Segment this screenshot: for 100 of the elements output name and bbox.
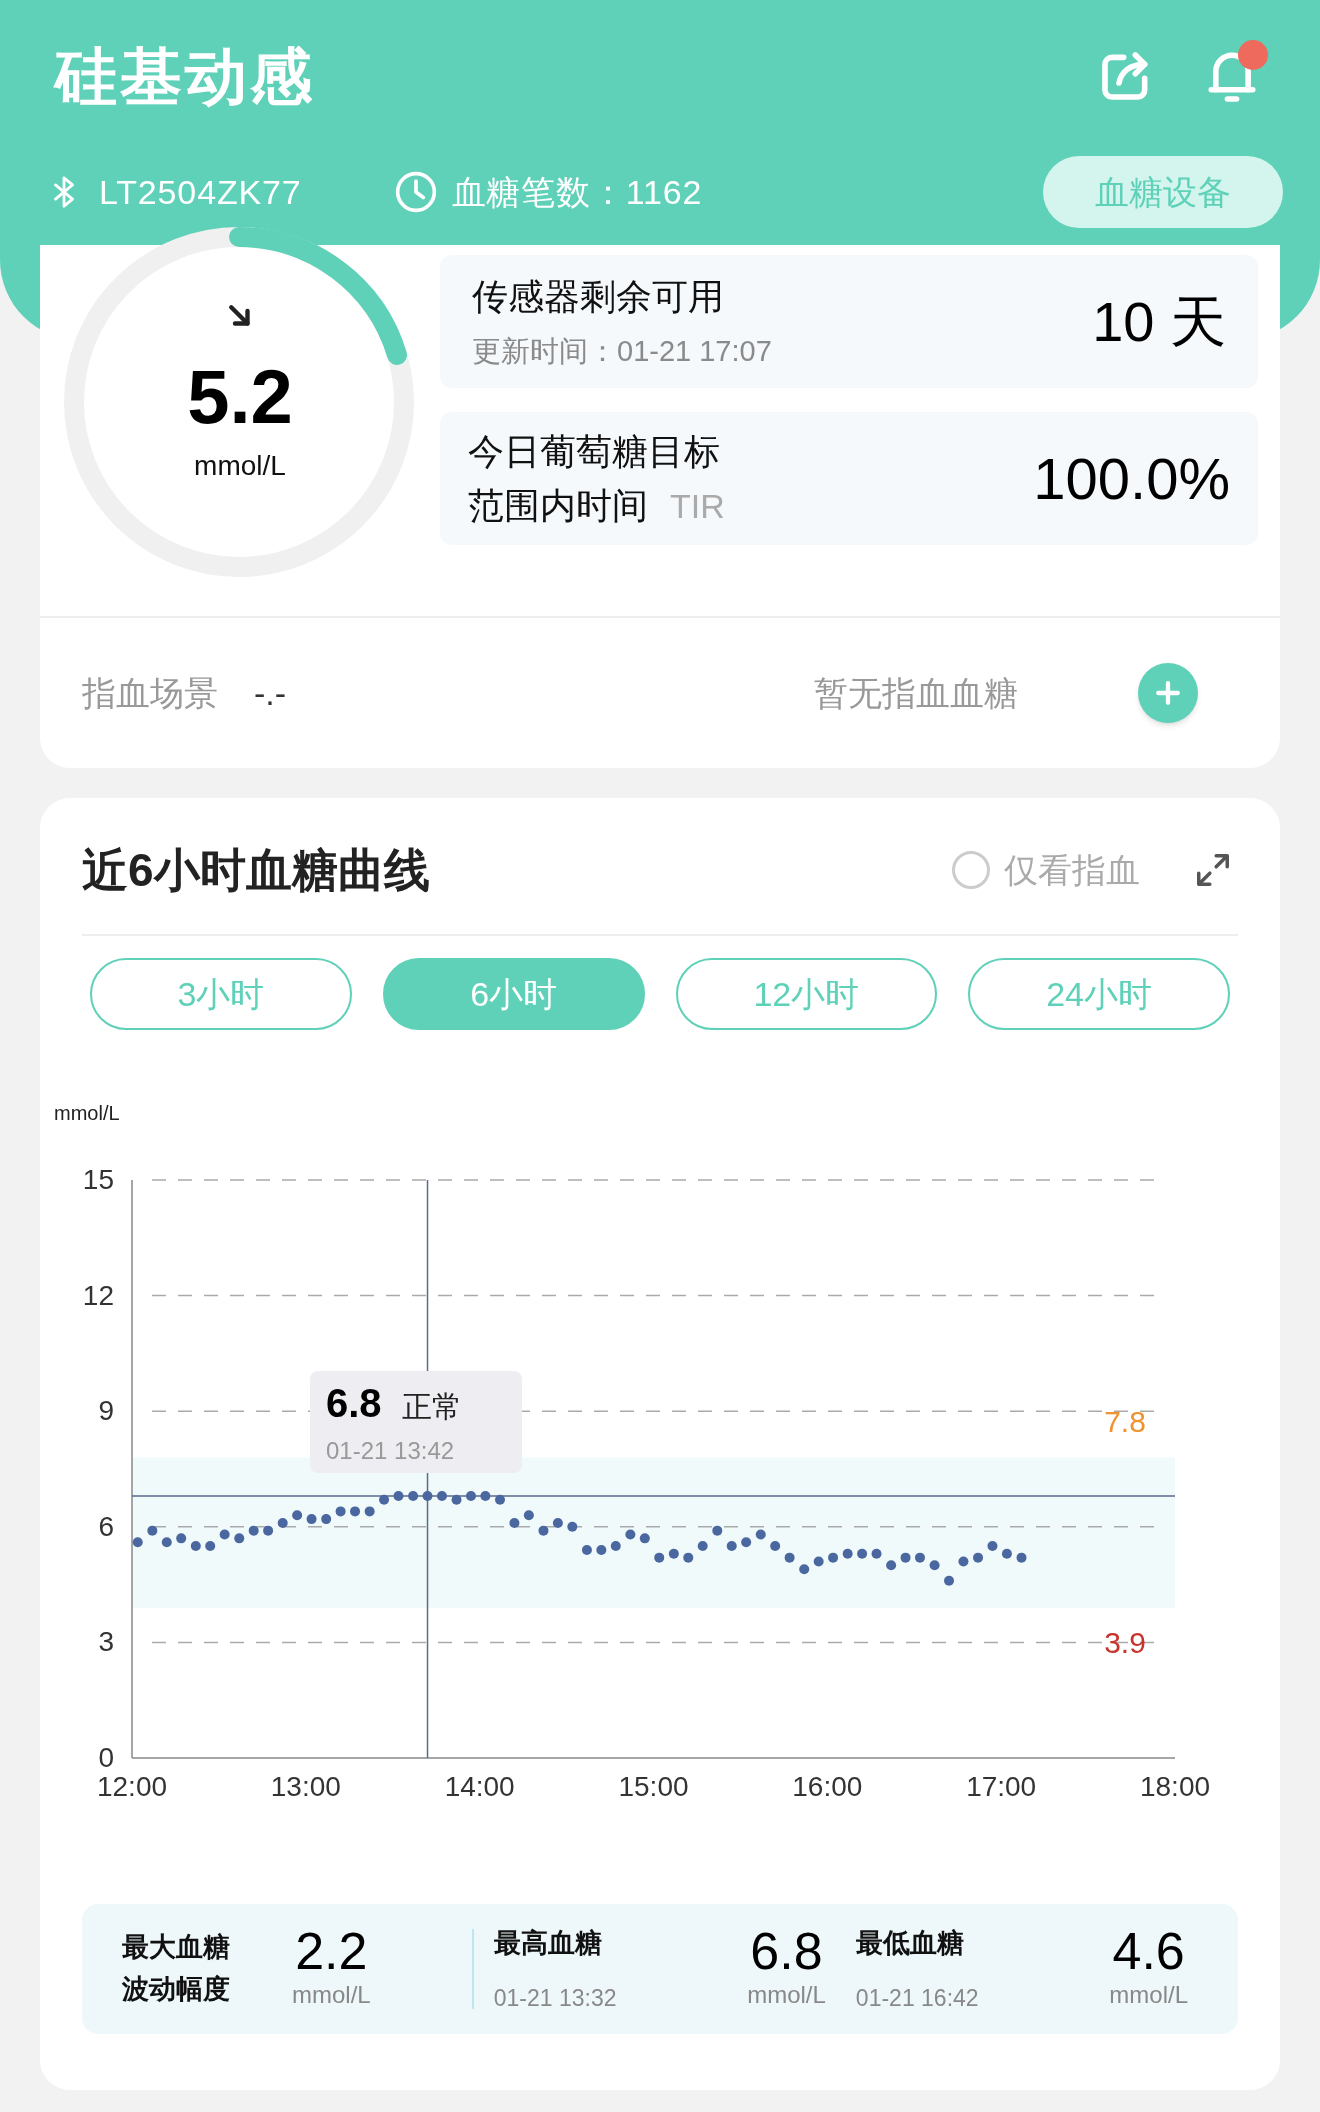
data-point <box>408 1490 419 1501</box>
fingerstick-label: 指血场景 <box>82 672 218 714</box>
data-point <box>509 1517 520 1528</box>
tooltip-value: 6.8 <box>326 1383 382 1423</box>
data-point <box>466 1490 476 1501</box>
radio-button[interactable] <box>952 851 990 889</box>
plus-icon <box>1155 680 1181 707</box>
range-tab[interactable]: 12小时 <box>675 958 938 1030</box>
data-point <box>813 1556 824 1567</box>
data-point <box>292 1510 303 1521</box>
tooltip-time: 01-21 13:42 <box>326 1436 456 1466</box>
data-point <box>350 1506 361 1517</box>
tooltip-status: 正常 <box>401 1389 462 1425</box>
data-point <box>886 1560 897 1571</box>
data-point <box>321 1514 332 1525</box>
chart-title: 近6小时血糖曲线 <box>82 842 430 898</box>
data-point <box>929 1560 940 1571</box>
data-point <box>799 1564 810 1575</box>
data-point <box>596 1544 607 1555</box>
data-point <box>741 1537 752 1548</box>
fingerstick-status: 暂无指血血糖 <box>814 672 1018 714</box>
data-point <box>610 1541 621 1552</box>
data-point <box>335 1506 346 1517</box>
range-tab[interactable]: 3小时 <box>90 958 352 1030</box>
limit-label: 7.8 <box>1104 1405 1146 1439</box>
stat-value: 6.8 <box>750 1925 823 1977</box>
range-tab[interactable]: 6小时 <box>382 958 645 1030</box>
sensor-remaining: 10 天 <box>1092 288 1226 355</box>
y-tick-label: 12 <box>82 1279 114 1311</box>
y-tick-label: 15 <box>82 1164 114 1195</box>
stat-label: 最大血糖 <box>122 1931 230 1965</box>
device-button[interactable]: 血糖设备 <box>1043 156 1283 228</box>
range-tab[interactable]: 24小时 <box>968 958 1230 1030</box>
data-point <box>770 1541 781 1552</box>
data-point <box>147 1525 158 1536</box>
data-point <box>451 1494 462 1505</box>
add-button[interactable] <box>1138 663 1198 724</box>
data-point <box>379 1494 390 1505</box>
x-tick-label: 12:00 <box>96 1771 168 1802</box>
data-point <box>248 1525 259 1536</box>
data-point <box>393 1490 404 1501</box>
x-tick-label: 17:00 <box>966 1771 1037 1802</box>
stat-label: 最低血糖 <box>855 1926 965 1960</box>
x-tick-label: 18:00 <box>1139 1771 1211 1802</box>
data-point <box>842 1548 853 1559</box>
stat-label: 最高血糖 <box>493 1926 603 1960</box>
data-point <box>726 1541 737 1552</box>
tir-value: 100.0% <box>1033 445 1230 513</box>
data-point <box>263 1525 274 1536</box>
data-point <box>132 1537 143 1548</box>
data-point <box>697 1541 708 1552</box>
data-point <box>944 1575 954 1586</box>
stat-label: 波动幅度 <box>122 1973 230 2006</box>
stat-time: 01-21 13:32 <box>493 1984 617 2013</box>
data-point <box>219 1529 230 1540</box>
data-point <box>900 1552 911 1563</box>
data-point <box>784 1552 795 1563</box>
data-point <box>523 1510 534 1521</box>
tir-abbreviation: TIR <box>670 485 725 527</box>
glucose-unit: mmol/L <box>194 449 286 483</box>
data-point <box>567 1521 578 1532</box>
y-tick-label: 9 <box>98 1395 114 1427</box>
data-point <box>871 1548 882 1559</box>
data-point <box>364 1506 375 1517</box>
data-point <box>581 1544 592 1555</box>
device-id: LT2504ZK77 <box>99 171 302 213</box>
data-point <box>639 1533 650 1544</box>
data-point <box>306 1514 317 1525</box>
data-point <box>190 1541 201 1552</box>
sensor-label: 传感器剩余可用 <box>472 274 725 319</box>
data-point <box>625 1529 636 1540</box>
data-point <box>436 1490 447 1501</box>
data-point <box>422 1490 433 1501</box>
data-point <box>277 1517 288 1528</box>
data-point <box>234 1533 245 1544</box>
stat-value: 2.2 <box>295 1925 368 1977</box>
data-point <box>828 1552 839 1563</box>
x-tick-label: 16:00 <box>792 1771 863 1802</box>
data-point <box>668 1548 679 1559</box>
reading-count: 血糖笔数：1162 <box>451 171 703 213</box>
data-point <box>712 1525 723 1536</box>
stat-unit: mmol/L <box>1109 1980 1188 2010</box>
y-tick-label: 3 <box>98 1626 114 1658</box>
data-point <box>538 1525 549 1536</box>
data-point <box>1016 1552 1027 1563</box>
expand-icon[interactable] <box>1194 851 1232 889</box>
x-tick-label: 14:00 <box>444 1771 515 1802</box>
filter-label: 仅看指血 <box>1004 849 1140 891</box>
data-point <box>161 1537 172 1548</box>
data-point <box>755 1529 766 1540</box>
data-point <box>958 1556 969 1567</box>
stat-unit: mmol/L <box>292 1980 371 2010</box>
data-point <box>176 1533 187 1544</box>
x-tick-label: 13:00 <box>270 1771 341 1802</box>
data-point <box>552 1517 563 1528</box>
data-point <box>654 1552 665 1563</box>
data-point <box>857 1548 868 1559</box>
axis-unit: mmol/L <box>54 1102 120 1124</box>
glucose-value: 5.2 <box>187 359 293 435</box>
data-point <box>205 1541 216 1552</box>
